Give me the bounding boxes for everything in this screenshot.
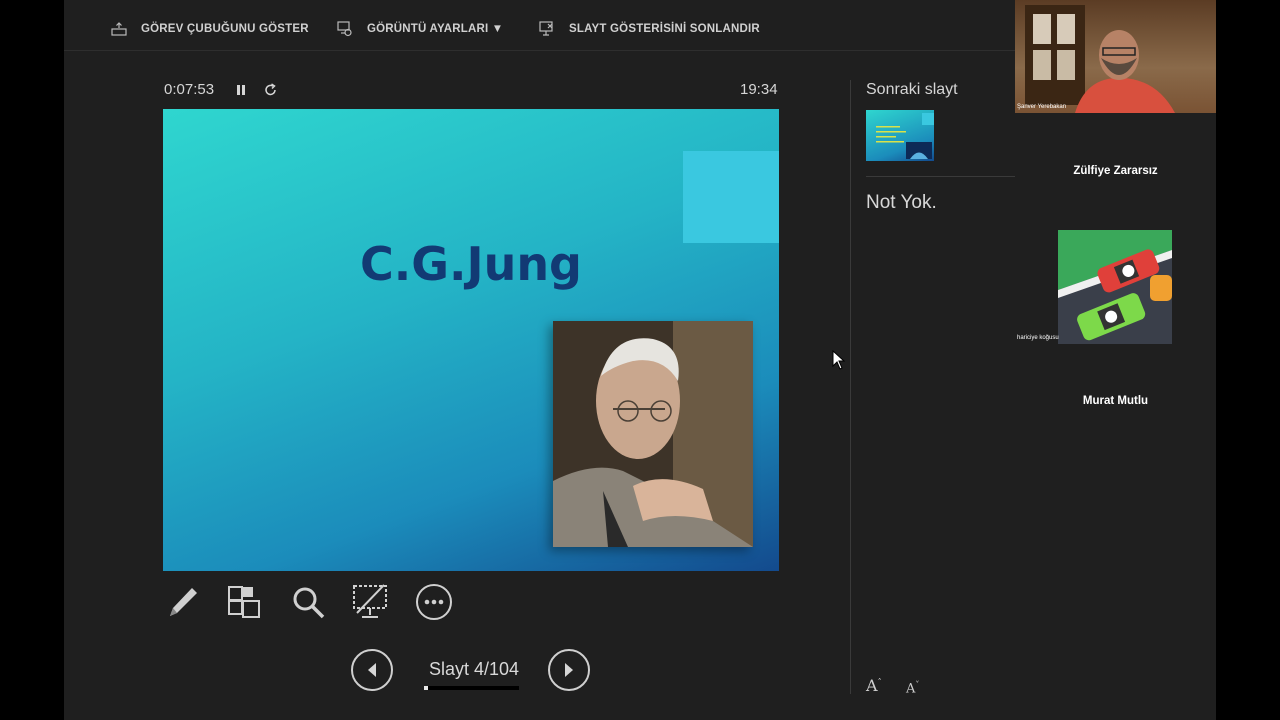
more-icon	[416, 584, 452, 620]
increase-font-label: A	[866, 676, 878, 695]
slides-grid-icon	[228, 586, 260, 618]
previous-slide-button[interactable]	[351, 649, 393, 691]
pause-icon[interactable]	[235, 84, 247, 96]
more-options-button[interactable]	[414, 582, 454, 622]
increase-font-button[interactable]: A˄	[866, 676, 882, 695]
reset-icon[interactable]	[264, 83, 278, 97]
next-slide-thumbnail[interactable]	[866, 110, 934, 161]
clock: 19:34	[740, 81, 778, 98]
pen-tool-button[interactable]	[162, 582, 202, 622]
slide-counter: Slayt 4/104	[428, 659, 520, 679]
participant-name: Zülfiye Zararsız	[1073, 165, 1158, 177]
decrease-font-button[interactable]: A˅	[906, 680, 919, 696]
participants-panel: Şanver Yerebakan Zülfiye Zararsız harici…	[1015, 0, 1216, 720]
portrait-image	[553, 321, 753, 547]
next-slide-button[interactable]	[548, 649, 590, 691]
participant-name: Murat Mutlu	[1082, 395, 1149, 407]
end-show-icon	[539, 21, 553, 36]
slide-title: C.G.Jung	[359, 237, 582, 291]
display-settings-icon	[337, 21, 352, 37]
show-taskbar-label: GÖREV ÇUBUĞUNU GÖSTER	[141, 23, 309, 35]
avatar-name-label: hariciye koğusu	[1017, 335, 1059, 341]
next-arrow-icon	[565, 663, 573, 677]
end-slideshow-button[interactable]: SLAYT GÖSTERİSİNİ SONLANDIR	[539, 18, 760, 40]
display-settings-button[interactable]: GÖRÜNTÜ AYARLARI ▼	[337, 18, 503, 40]
race-cars-image	[1058, 230, 1172, 344]
zoom-icon	[293, 587, 325, 619]
end-slideshow-label: SLAYT GÖSTERİSİNİ SONLANDIR	[569, 23, 760, 35]
decrease-font-label: A	[906, 681, 916, 697]
next-slide-label: Sonraki slayt	[866, 81, 958, 98]
current-slide[interactable]: C.G.Jung	[163, 109, 779, 571]
speaker-notes: Not Yok.	[866, 192, 937, 213]
taskbar-icon	[111, 22, 127, 36]
slide-accent-block	[683, 151, 779, 243]
pen-icon	[170, 588, 197, 616]
participant-avatar[interactable]	[1058, 230, 1172, 344]
camera-name-label: Şanver Yerebakan	[1017, 104, 1067, 110]
display-settings-label: GÖRÜNTÜ AYARLARI ▼	[367, 23, 504, 35]
slide-progress-fill	[424, 686, 428, 690]
cursor-icon	[832, 350, 846, 370]
slide-progress-bar	[424, 686, 519, 690]
next-slide-preview	[876, 113, 934, 159]
camera-feed[interactable]: Şanver Yerebakan	[1015, 0, 1216, 113]
panel-divider	[850, 80, 851, 694]
show-taskbar-button[interactable]: GÖREV ÇUBUĞUNU GÖSTER	[111, 18, 309, 40]
zoom-button[interactable]	[288, 582, 328, 622]
black-screen-icon	[353, 584, 387, 618]
elapsed-timer: 0:07:53	[164, 81, 215, 98]
notes-divider	[866, 176, 1016, 177]
camera-video	[1025, 5, 1175, 113]
black-screen-button[interactable]	[350, 582, 390, 622]
see-all-slides-button[interactable]	[224, 582, 264, 622]
prev-arrow-icon	[368, 663, 376, 677]
